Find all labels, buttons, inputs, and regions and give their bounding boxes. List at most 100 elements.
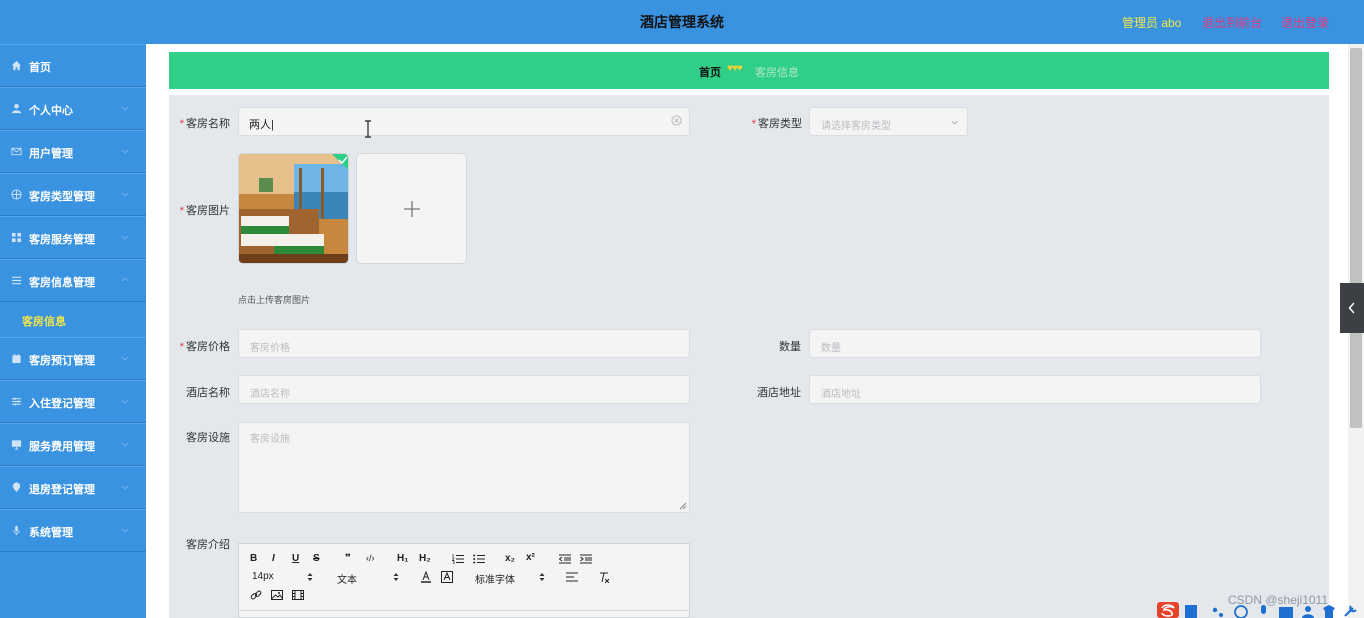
sidebar-item-label: 服务费用管理 [29,441,95,453]
subscript-button[interactable]: x₂ [505,553,515,564]
sidebar-subitem-label: 客房信息 [22,316,66,328]
sidebar-item-label: 用户管理 [29,148,73,160]
grid-icon [11,232,22,243]
sidebar-item-service-fees[interactable]: 服务费用管理 [0,423,146,466]
align-icon[interactable] [566,572,578,582]
clear-icon[interactable] [671,115,682,126]
menu-icon [11,276,22,285]
chevron-down-icon [121,485,129,490]
mail-icon [11,147,22,156]
sidebar-item-checkin[interactable]: 入住登记管理 [0,380,146,423]
room-price-input[interactable]: 客房价格 [238,329,690,358]
sidebar-item-room-info[interactable]: 客房信息管理 [0,259,146,302]
intro-rich-editor[interactable]: B I U S ❞ ‹/› H₁ H₂ x₂ x² 14px 文本 标准字体 [238,543,690,618]
ime-settings-icon [1344,605,1357,617]
ime-toolbar[interactable] [1155,600,1364,618]
sidebar: 首页 个人中心 用户管理 客房类型管理 客房服务管理 客房信息管理 客房信息 客… [0,44,146,618]
font-size-select[interactable]: 14px [252,571,274,582]
chevron-down-icon [121,149,129,154]
bullet-list-icon[interactable] [473,554,485,564]
superscript-button[interactable]: x² [526,552,535,563]
background-color-icon[interactable] [441,571,453,583]
sidebar-item-users[interactable]: 用户管理 [0,130,146,173]
sliders-icon [11,397,22,406]
italic-button[interactable]: I [272,553,275,564]
breadcrumb: 首页 ♥♥♥ 客房信息 [169,52,1329,89]
ime-emoji-icon [1234,605,1248,618]
intro-label: 客房介绍 [186,539,230,551]
ime-mode-icon [1185,605,1197,618]
sidebar-item-label: 个人中心 [29,105,73,117]
exit-to-front-link[interactable]: 退出到前台 [1202,14,1262,31]
logout-link[interactable]: 退出登录 [1281,14,1329,31]
breadcrumb-home[interactable]: 首页 [699,64,721,80]
facilities-placeholder: 客房设施 [250,434,290,445]
quantity-input[interactable]: 数量 [809,329,1261,358]
scrollbar-thumb[interactable] [1350,48,1362,428]
chevron-down-icon [121,356,129,361]
header-style-select[interactable]: 文本 [337,571,357,586]
room-type-label: * 客房类型 [751,118,802,130]
room-type-select[interactable]: 请选择客房类型 [809,107,968,136]
sidebar-item-profile[interactable]: 个人中心 [0,87,146,130]
sidebar-item-label: 系统管理 [29,527,73,539]
indent-icon[interactable] [580,554,592,564]
clear-format-icon[interactable] [598,571,610,583]
hotel-address-input[interactable]: 酒店地址 [809,375,1261,404]
hotel-name-placeholder: 酒店名称 [250,389,290,400]
outdent-icon[interactable] [559,554,571,564]
admin-name: 管理员 abo [1122,16,1182,30]
facilities-textarea[interactable]: 客房设施 [238,422,690,513]
sidebar-item-label: 首页 [29,62,51,74]
room-name-input[interactable]: 两人| [238,107,690,136]
user-icon [11,103,22,114]
home-icon [11,60,22,71]
pin-icon [12,482,21,493]
sidebar-item-label: 客房类型管理 [29,191,95,203]
h1-button[interactable]: H₁ [397,553,408,564]
font-family-select[interactable]: 标准字体 [475,571,515,586]
calendar-icon [12,353,21,364]
image-icon[interactable] [271,590,283,600]
collapse-panel-tab[interactable] [1340,283,1364,333]
underline-button[interactable]: U [292,553,299,564]
globe-icon [11,189,22,200]
strike-button[interactable]: S [313,553,320,564]
top-header: 酒店管理系统 管理员 abo 退出到前台 退出登录 [0,0,1364,44]
mic-icon [13,525,20,536]
chevron-down-icon [121,399,129,404]
h2-button[interactable]: H₂ [419,553,431,564]
ordered-list-icon[interactable] [452,554,464,564]
resize-handle-icon[interactable] [679,502,687,510]
sidebar-item-home[interactable]: 首页 [0,44,146,87]
chevron-down-icon [121,106,129,111]
ime-keyboard-icon [1279,607,1293,618]
code-block-button[interactable]: ‹/› [366,553,375,563]
sidebar-item-room-services[interactable]: 客房服务管理 [0,216,146,259]
link-icon[interactable] [250,589,262,601]
uploaded-room-image[interactable] [238,153,349,264]
video-icon[interactable] [292,590,304,600]
sidebar-subitem-room-info[interactable]: 客房信息 [0,302,146,337]
sidebar-item-system[interactable]: 系统管理 [0,509,146,552]
sidebar-item-checkout[interactable]: 退房登记管理 [0,466,146,509]
sidebar-item-label: 客房预订管理 [29,355,95,367]
bold-button[interactable]: B [250,553,257,564]
ime-voice-icon [1261,605,1266,614]
room-name-value: 两人| [249,119,274,131]
blockquote-button[interactable]: ❞ [345,553,351,564]
hotel-address-placeholder: 酒店地址 [821,389,861,400]
chevron-down-icon [121,528,129,533]
room-price-label: * 客房价格 [179,341,230,353]
sidebar-item-room-types[interactable]: 客房类型管理 [0,173,146,216]
hotel-name-input[interactable]: 酒店名称 [238,375,690,404]
quantity-label: 数量 [779,341,801,353]
font-color-icon[interactable] [420,571,432,583]
room-image-label: * 客房图片 [179,205,230,217]
hotel-address-label: 酒店地址 [757,387,801,399]
upload-image-button[interactable] [356,153,467,264]
chevron-down-icon [121,192,129,197]
toolbar-divider [239,610,689,611]
ime-punct-icon [1212,607,1218,613]
sidebar-item-bookings[interactable]: 客房预订管理 [0,337,146,380]
